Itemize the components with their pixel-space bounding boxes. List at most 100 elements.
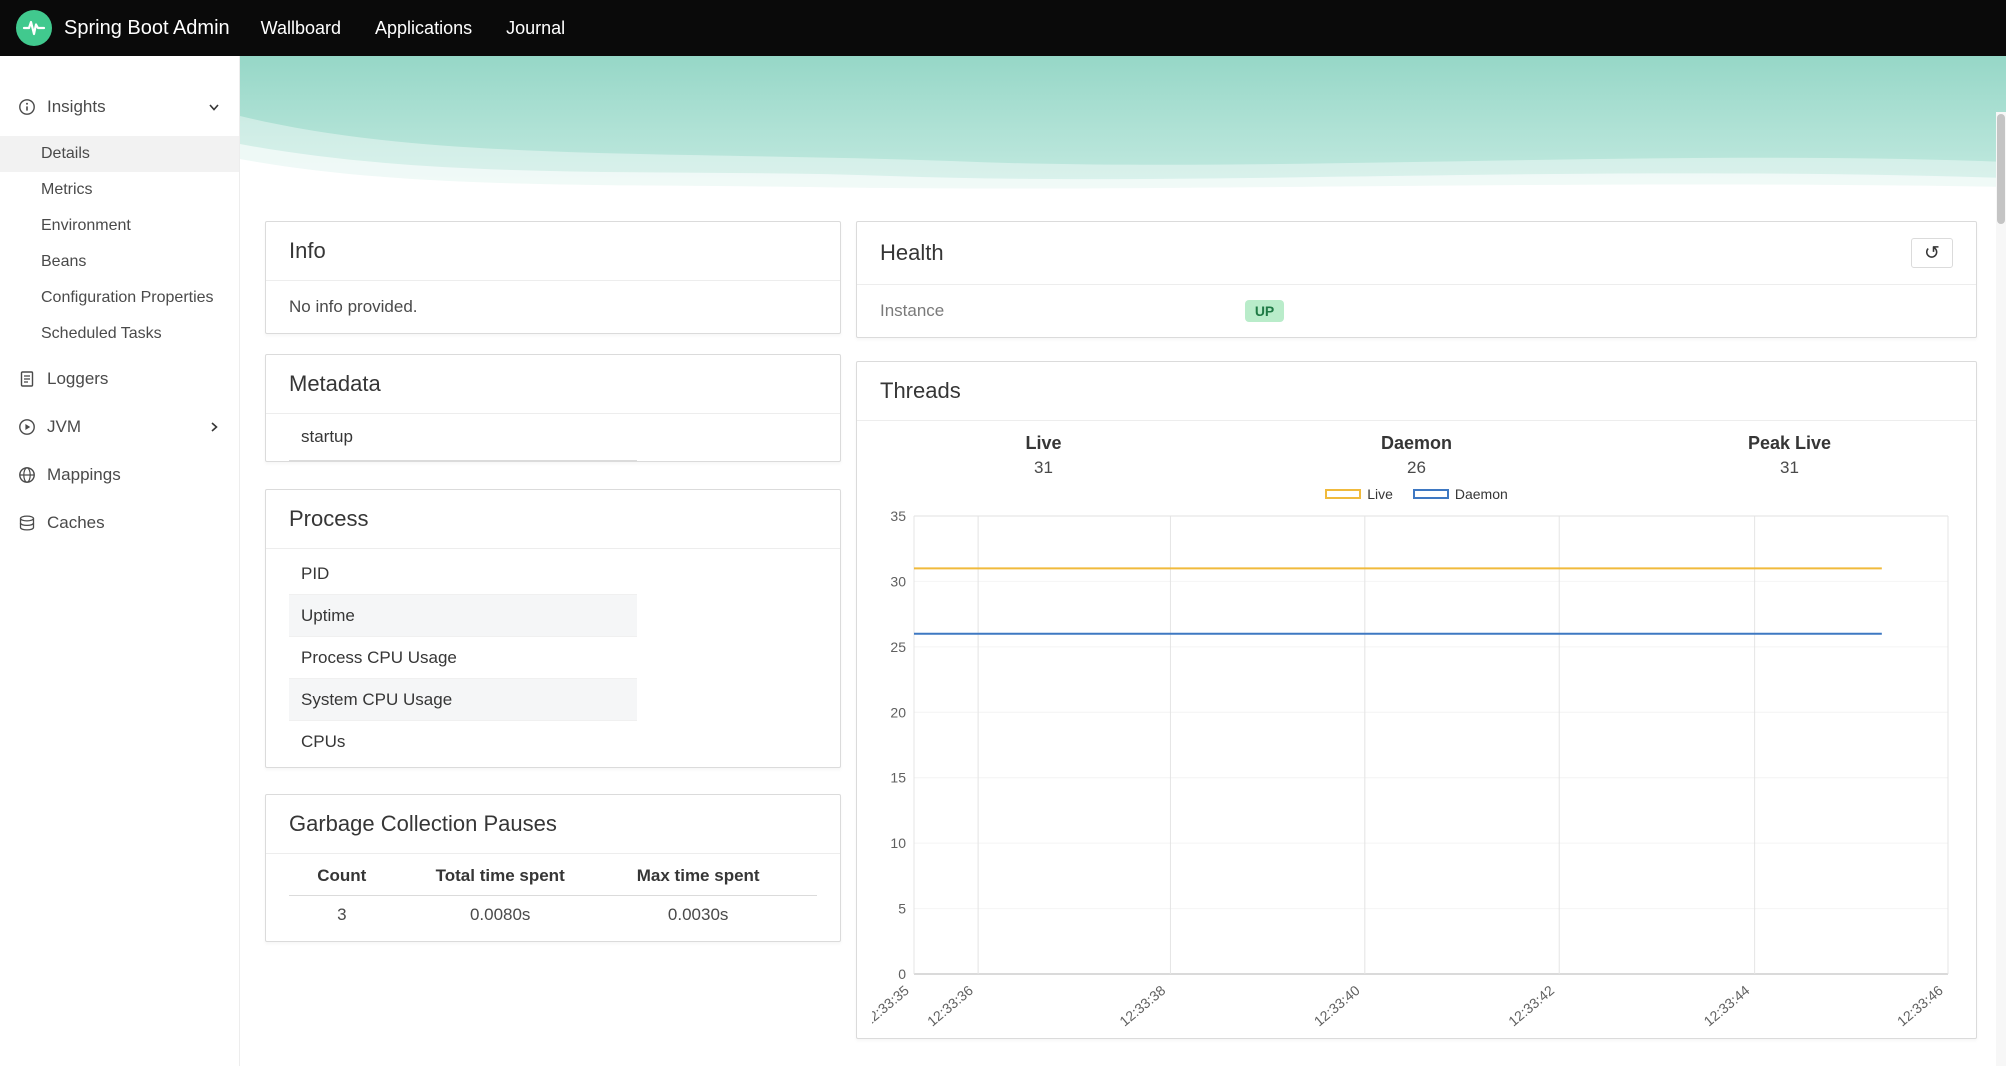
sidebar-item-jvm[interactable]: JVM	[0, 403, 239, 451]
stat-live-label: Live	[1025, 433, 1062, 453]
health-card-title: Health	[880, 240, 944, 265]
svg-text:30: 30	[890, 573, 906, 589]
instance-label: Instance	[880, 301, 945, 320]
chevron-right-icon	[207, 420, 221, 434]
stat-peak-live-value: 31	[1780, 458, 1799, 477]
health-history-button[interactable]: ↺	[1911, 238, 1953, 268]
svg-text:12:33:36: 12:33:36	[924, 982, 976, 1029]
svg-text:5: 5	[898, 901, 906, 917]
scrollbar[interactable]	[1996, 112, 2006, 1066]
stat-daemon-value: 26	[1407, 458, 1426, 477]
threads-stats: Live 31 Daemon 26 Peak Live 31	[857, 421, 1976, 482]
process-row-cpus: CPUs	[301, 732, 346, 751]
sidebar-item-label: Loggers	[47, 369, 109, 388]
jvm-icon	[18, 418, 36, 436]
info-message: No info provided.	[289, 297, 418, 316]
sidebar-item-label: JVM	[47, 417, 81, 436]
loggers-icon	[18, 370, 36, 388]
health-instance-row[interactable]: Instance UP	[857, 285, 1976, 337]
gc-card: Garbage Collection Pauses Count Total ti…	[265, 794, 841, 942]
svg-text:0: 0	[898, 966, 906, 982]
gc-col-max-time: Max time spent	[605, 856, 791, 896]
status-badge: UP	[1244, 300, 1285, 322]
chevron-down-icon	[207, 100, 221, 114]
gc-col-total-time: Total time spent	[394, 856, 606, 896]
sidebar-item-configuration-properties[interactable]: Configuration Properties	[0, 280, 239, 316]
app-brand[interactable]: Spring Boot Admin	[16, 10, 230, 46]
stat-live: Live 31	[857, 433, 1230, 478]
sidebar-item-details[interactable]: Details	[0, 136, 239, 172]
app-logo-icon	[16, 10, 52, 46]
process-card-title: Process	[289, 506, 369, 531]
stat-daemon: Daemon 26	[1230, 433, 1603, 478]
nav-item-journal[interactable]: Journal	[489, 18, 582, 39]
main-content: Info No info provided. Metadata startup …	[240, 56, 2006, 1066]
info-card-title: Info	[289, 238, 326, 263]
top-navbar: Spring Boot Admin Wallboard Applications…	[0, 0, 2006, 56]
metadata-card-title: Metadata	[289, 371, 381, 396]
health-card: Health ↺ Instance UP	[856, 221, 1977, 338]
legend-swatch-live	[1325, 489, 1362, 499]
process-row-process-cpu-usage: Process CPU Usage	[289, 637, 637, 679]
svg-text:25: 25	[890, 639, 906, 655]
svg-text:35: 35	[890, 508, 906, 524]
history-icon: ↺	[1924, 242, 1940, 264]
sidebar-item-scheduled-tasks[interactable]: Scheduled Tasks	[0, 316, 239, 352]
svg-text:20: 20	[890, 704, 906, 720]
gc-card-title: Garbage Collection Pauses	[289, 811, 557, 836]
svg-text:12:33:38: 12:33:38	[1116, 982, 1168, 1029]
threads-card-title: Threads	[880, 378, 961, 403]
nav-item-applications[interactable]: Applications	[358, 18, 489, 39]
gc-value-max-time: 0.0030s	[667, 905, 729, 924]
legend-label-live: Live	[1367, 486, 1393, 502]
nav-item-wallboard[interactable]: Wallboard	[244, 18, 358, 39]
sidebar-item-label: Caches	[47, 513, 105, 532]
insights-submenu: Details Metrics Environment Beans Config…	[0, 136, 239, 352]
sidebar-item-loggers[interactable]: Loggers	[0, 355, 239, 403]
svg-text:12:33:46: 12:33:46	[1893, 982, 1945, 1029]
sidebar-item-environment[interactable]: Environment	[0, 208, 239, 244]
sidebar-item-metrics[interactable]: Metrics	[0, 172, 239, 208]
process-card: Process PID Uptime Process CPU Usage Sys…	[265, 489, 841, 768]
globe-icon	[18, 466, 36, 484]
legend-swatch-daemon	[1412, 489, 1449, 499]
stat-live-value: 31	[1034, 458, 1053, 477]
svg-text:12:33:35: 12:33:35	[872, 982, 912, 1029]
threads-card: Threads Live 31 Daemon 26 Peak Live 31 L…	[856, 361, 1977, 1039]
process-row-pid: PID	[289, 553, 637, 595]
svg-text:15: 15	[890, 770, 906, 786]
sidebar-item-insights[interactable]: Insights	[0, 86, 239, 128]
gc-table: Count Total time spent Max time spent 3 …	[289, 856, 817, 931]
legend-item-daemon: Daemon	[1412, 486, 1508, 502]
gc-value-total-time: 0.0080s	[469, 905, 531, 924]
process-row-system-cpu-usage: System CPU Usage	[289, 679, 637, 721]
sidebar: Insights Details Metrics Environment Bea…	[0, 56, 240, 1066]
wave-header	[240, 56, 2006, 196]
threads-chart: 0 5 10 15 20 25 30 35 12:33:35 12:33:36 12:33:38 12…	[872, 508, 1948, 1029]
svg-text:10: 10	[890, 835, 906, 851]
svg-text:12:33:40: 12:33:40	[1310, 982, 1362, 1029]
chart-legend: Live Daemon	[857, 482, 1976, 506]
gc-value-count: 3	[337, 905, 347, 924]
sidebar-item-beans[interactable]: Beans	[0, 244, 239, 280]
sidebar-item-mappings[interactable]: Mappings	[0, 451, 239, 499]
nav-links: Wallboard Applications Journal	[244, 18, 582, 39]
stat-peak-live: Peak Live 31	[1603, 433, 1976, 478]
legend-label-daemon: Daemon	[1454, 486, 1508, 502]
legend-item-live: Live	[1325, 486, 1393, 502]
sidebar-item-caches[interactable]: Caches	[0, 499, 239, 547]
gc-col-count: Count	[289, 856, 395, 896]
app-title: Spring Boot Admin	[64, 16, 230, 39]
sidebar-item-label: Insights	[47, 97, 106, 116]
info-icon	[18, 98, 36, 116]
svg-text:12:33:42: 12:33:42	[1505, 982, 1557, 1029]
process-row-uptime: Uptime	[289, 595, 637, 637]
scrollbar-thumb[interactable]	[1997, 114, 2005, 224]
info-card: Info No info provided.	[265, 221, 841, 334]
stat-peak-live-label: Peak Live	[1747, 433, 1832, 453]
metadata-row: startup	[289, 414, 637, 461]
svg-text:12:33:44: 12:33:44	[1700, 982, 1752, 1029]
metadata-card: Metadata startup	[265, 354, 841, 462]
stat-daemon-label: Daemon	[1380, 433, 1452, 453]
database-icon	[18, 514, 36, 532]
